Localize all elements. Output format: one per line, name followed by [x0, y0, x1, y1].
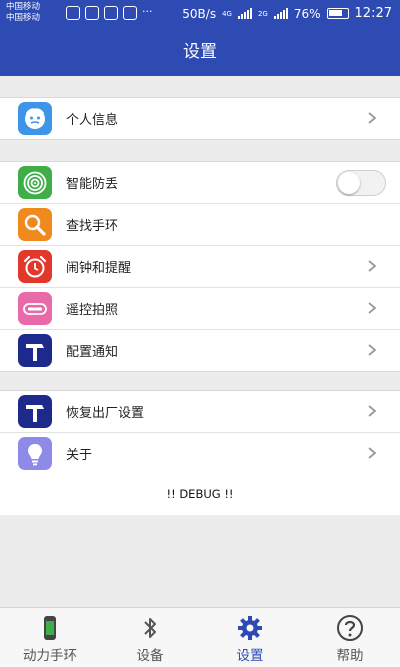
settings-row-label: 恢复出厂设置	[66, 406, 145, 421]
tab-label: 设置	[236, 648, 264, 664]
tab-label: 帮助	[336, 648, 364, 664]
signal-icon	[273, 8, 288, 19]
signal-icon	[237, 8, 252, 19]
settings-row-label: 闹钟和提醒	[66, 261, 132, 276]
chevron-right-icon	[368, 302, 377, 314]
debug-button[interactable]: !! DEBUG !!	[0, 474, 400, 515]
settings-group-device: 智能防丢 查找手环 闹钟和提醒 遥控拍照 配置通知	[0, 161, 400, 372]
settings-row-find-band[interactable]: 查找手环	[0, 204, 400, 246]
settings-row-remote-photo[interactable]: 遥控拍照	[0, 288, 400, 330]
settings-row-alarm[interactable]: 闹钟和提醒	[0, 246, 400, 288]
settings-row-notifications[interactable]: 配置通知	[0, 330, 400, 371]
tab-devices[interactable]: 设备	[100, 608, 200, 667]
chevron-right-icon	[368, 405, 377, 417]
tab-band[interactable]: 动力手环	[0, 608, 100, 667]
settings-group-profile: 个人信息	[0, 97, 400, 140]
settings-row-about[interactable]: 关于	[0, 433, 400, 474]
battery-percent: 76%	[293, 6, 321, 21]
band-icon	[44, 616, 56, 640]
settings-row-profile[interactable]: 个人信息	[0, 98, 400, 139]
settings-row-label: 配置通知	[66, 345, 119, 360]
wechat-icon	[123, 6, 137, 20]
notification-app-icon	[104, 6, 118, 20]
bottom-tab-bar: 动力手环 设备 设置 帮助	[0, 607, 400, 667]
notification-app-icon	[85, 6, 99, 20]
chevron-right-icon	[368, 447, 377, 459]
settings-row-anti-lost[interactable]: 智能防丢	[0, 162, 400, 204]
toggle-knob	[338, 172, 360, 194]
settings-group-system: 恢复出厂设置 关于	[0, 390, 400, 475]
alarm-clock-icon	[18, 250, 52, 283]
status-right: 50B/s 4G 2G 76% 12:27	[182, 6, 392, 21]
bluetooth-icon	[144, 618, 156, 638]
tab-label: 设备	[136, 648, 164, 664]
hammer-icon	[18, 395, 52, 428]
profile-face-icon	[18, 102, 52, 135]
settings-row-label: 遥控拍照	[66, 303, 119, 318]
chevron-right-icon	[368, 112, 377, 124]
help-icon	[337, 615, 363, 641]
network-speed: 50B/s	[182, 6, 217, 21]
carrier-names: 中国移动 中国移动	[6, 2, 40, 24]
net-type-1: 4G	[222, 9, 232, 18]
magnifier-icon	[18, 208, 52, 241]
anti-lost-toggle[interactable]	[336, 170, 386, 196]
clock: 12:27	[354, 6, 392, 21]
status-bar: 中国移动 中国移动 ··· 50B/s 4G 2G 76% 12:27	[0, 0, 400, 28]
chevron-right-icon	[368, 344, 377, 356]
notification-app-icon	[66, 6, 80, 20]
settings-row-label: 查找手环	[66, 219, 119, 234]
tab-label: 动力手环	[23, 648, 77, 664]
tab-help[interactable]: 帮助	[300, 608, 400, 667]
gear-icon	[238, 616, 262, 640]
settings-row-label: 个人信息	[66, 113, 119, 128]
battery-icon	[326, 8, 349, 19]
camera-remote-icon	[18, 292, 52, 325]
carrier-1: 中国移动	[6, 2, 41, 12]
tab-settings[interactable]: 设置	[200, 608, 300, 667]
settings-row-factory-reset[interactable]: 恢复出厂设置	[0, 391, 400, 433]
chevron-right-icon	[368, 260, 377, 272]
hammer-icon	[18, 334, 52, 367]
more-notifications: ···	[142, 5, 153, 18]
lightbulb-icon	[18, 437, 52, 470]
page-title: 设置	[0, 28, 400, 76]
notification-icons: ···	[66, 6, 153, 20]
target-icon	[18, 166, 52, 199]
settings-row-label: 关于	[66, 448, 93, 463]
carrier-2: 中国移动	[6, 13, 41, 23]
settings-row-label: 智能防丢	[66, 177, 119, 192]
net-type-2: 2G	[257, 9, 268, 18]
